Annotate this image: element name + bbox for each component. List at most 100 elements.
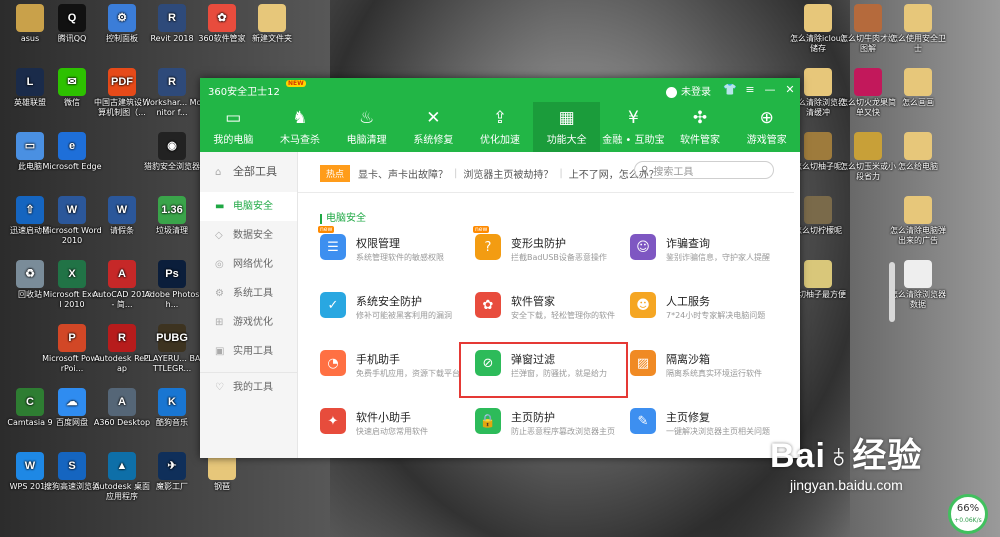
skin-button[interactable]: 👕: [722, 82, 738, 98]
folder-icon: [904, 68, 932, 96]
desktop-icon[interactable]: K 酷狗音乐: [142, 388, 202, 428]
hot-separator: |: [454, 167, 458, 179]
document-icon: W: [108, 196, 136, 224]
desktop-icon-label: Workshar... Monitor f...: [142, 98, 202, 117]
security-guard-window: 360安全卫士12 NEW 未登录 👕 ≡ — ✕ ▭ 我的电脑 ♞ 木马查杀 ♨ 电脑清…: [200, 78, 895, 458]
sidebar-item[interactable]: ⚙ 系统工具: [200, 279, 297, 308]
cheetah-browser-icon: ◉: [158, 132, 186, 160]
desktop-icon[interactable]: 新建文件夹: [242, 4, 302, 44]
sidebar-my-tools[interactable]: ♡ 我的工具: [200, 372, 297, 402]
tool-item[interactable]: ☰ 权限管理 系统管理软件的敏感权限 new: [318, 226, 470, 272]
sidebar: ⌂ 全部工具 ▬ 电脑安全 ◇ 数据安全 ◎ 网络优化 ⚙ 系统工具 ⊞ 游戏优化 ▣ 实用工具 ♡ 我的…: [200, 152, 298, 458]
data-shield-icon: ◇: [215, 230, 223, 241]
monitor-icon: ▭: [225, 108, 242, 128]
desktop-icon[interactable]: Ps Adobe Photosh...: [142, 260, 202, 310]
desktop-icon-label: Adobe Photosh...: [144, 290, 200, 309]
network-speed-ball[interactable]: 66% +0.06K/s: [948, 494, 988, 534]
nav-item[interactable]: ⇪ 优化加速: [467, 102, 534, 152]
lol-icon: L: [16, 68, 44, 96]
menu-icon: ≡: [745, 83, 755, 96]
close-button[interactable]: ✕: [782, 82, 798, 98]
desktop-icon[interactable]: 怎么清除电脑弹出来的广告: [888, 196, 948, 246]
tool-item[interactable]: ▨ 隔离沙箱 隔离系统真实环境运行软件: [630, 348, 780, 388]
nav-item[interactable]: ✣ 软件管家: [667, 102, 734, 152]
scrollbar[interactable]: [889, 262, 895, 322]
tool-name: 手机助手: [356, 353, 400, 366]
desktop-icon-label: 钢琶: [214, 482, 230, 491]
desktop-icon[interactable]: 钢琶: [192, 452, 252, 492]
tool-item[interactable]: ✓ 系统安全防护 修补可能被黑客利用的漏洞: [320, 290, 470, 330]
menu-button[interactable]: ≡: [742, 82, 758, 98]
desktop-icon[interactable]: e Microsoft Edge: [42, 132, 102, 172]
sidebar-header-label: 全部工具: [233, 165, 277, 178]
desktop-icon-label: 新建文件夹: [252, 34, 292, 43]
minimize-icon: —: [764, 83, 776, 96]
nav-item[interactable]: ¥ 金融 • 互助宝: [600, 102, 667, 152]
search-icon: ⚲: [641, 164, 649, 176]
tool-item[interactable]: ⊘ 弹窗过滤 拦弹窗，防骚扰，就是给力: [475, 348, 625, 388]
desktop-icon-label: 怎么清除电脑弹出来的广告: [890, 226, 946, 245]
gear-icon: ⚙: [215, 288, 224, 299]
hot-link[interactable]: 显卡、声卡出故障？: [358, 166, 448, 181]
nav-item-label: 木马查杀: [280, 135, 320, 146]
nav-item-label: 功能大全: [546, 135, 587, 146]
desktop-icon[interactable]: 怎么给电脑: [888, 132, 948, 172]
revit-icon: R: [158, 4, 186, 32]
title-bar[interactable]: 360安全卫士12 NEW 未登录 👕 ≡ — ✕: [200, 78, 800, 102]
tool-item[interactable]: ? 变形虫防护 拦截BadUSB设备恶意操作 new: [473, 226, 625, 272]
sidebar-item[interactable]: ◇ 数据安全: [200, 221, 297, 250]
desktop-icon[interactable]: 怎么画画: [888, 68, 948, 108]
sidebar-item-label: 数据安全: [233, 230, 273, 241]
format-factory-icon: ✈: [158, 452, 186, 480]
popup-filter-icon: ⊘: [475, 350, 501, 376]
nav-item[interactable]: ✕ 系统修复: [400, 102, 467, 152]
nav-item-label: 软件管家: [680, 135, 721, 146]
pdf-icon: PDF: [108, 68, 136, 96]
sidebar-item[interactable]: ◎ 网络优化: [200, 250, 297, 279]
folder-icon: [258, 4, 286, 32]
repair-icon: ✎: [630, 408, 656, 434]
tool-name: 主页防护: [511, 411, 555, 424]
nav-item[interactable]: ♞ 木马查杀: [267, 102, 334, 152]
tool-name: 软件管家: [511, 295, 555, 308]
sidebar-item[interactable]: ▬ 电脑安全: [200, 192, 297, 221]
sidebar-item[interactable]: ⊞ 游戏优化: [200, 308, 297, 337]
nav-item[interactable]: ▭ 我的电脑: [200, 102, 267, 152]
sidebar-item-label: 电脑安全: [233, 201, 273, 212]
tool-item[interactable]: ✦ 软件小助手 快速启动您常用软件: [320, 406, 470, 446]
login-button[interactable]: 未登录: [666, 83, 711, 98]
desktop-icon[interactable]: 怎么使用安全卫士: [888, 4, 948, 54]
phone-assistant-icon: ◔: [320, 350, 346, 376]
desktop-icon[interactable]: R Workshar... Monitor f...: [142, 68, 202, 118]
sidebar-all-tools[interactable]: ⌂ 全部工具: [200, 152, 297, 192]
tool-item[interactable]: ◔ 手机助手 免费手机应用，资源下载平台: [320, 348, 470, 388]
desktop-icon[interactable]: 怎么清除浏览器数据: [888, 260, 948, 310]
minimize-button[interactable]: —: [762, 82, 778, 98]
nav-item[interactable]: ♨ 电脑清理: [333, 102, 400, 152]
tool-item[interactable]: ✎ 主页修复 一键解决浏览器主页相关问题: [630, 406, 780, 446]
sidebar-item[interactable]: ▣ 实用工具: [200, 337, 297, 366]
tool-item[interactable]: ✿ 软件管家 安全下载，轻松管理你的软件: [475, 290, 625, 330]
desktop-icon[interactable]: 1.36 垃圾清理: [142, 196, 202, 236]
tool-item[interactable]: ☻ 人工服务 7*24小时专家解决电脑问题: [630, 290, 780, 330]
main-panel: 热点 显卡、声卡出故障？ | 浏览器主页被劫持？ | 上不了网，怎么办？ ⚲ 搜索…: [298, 152, 895, 458]
homepage-lock-icon: 🔒: [475, 408, 501, 434]
revit-worksharing-icon: R: [158, 68, 186, 96]
user-icon: [666, 86, 677, 98]
autodesk-app-icon: ▲: [108, 452, 136, 480]
nav-item-label: 金融 • 互助宝: [602, 135, 665, 146]
new-badge: new: [318, 226, 335, 233]
game-icon: ⊞: [215, 317, 224, 328]
desktop-icon-label: 怎么给电脑: [898, 162, 938, 171]
desktop-icon[interactable]: PUBG PLAYERU... BATTLEGR...: [142, 324, 202, 374]
nav-item[interactable]: ⊕ 游戏管家: [733, 102, 800, 152]
sidebar-my-tools-label: 我的工具: [233, 382, 273, 393]
desktop-icon-label: 怎么清除浏览器数据: [890, 290, 946, 309]
hot-link[interactable]: 浏览器主页被劫持？: [463, 166, 553, 181]
tool-item[interactable]: 🔒 主页防护 防止恶意程序篡改浏览器主页: [475, 406, 625, 446]
tool-item[interactable]: ☺ 诈骗查询 鉴别诈骗信息，守护家人提醒: [630, 232, 780, 272]
kugou-icon: K: [158, 388, 186, 416]
desktop-icon[interactable]: ◉ 猎豹安全浏览器: [142, 132, 202, 172]
search-input[interactable]: ⚲ 搜索工具: [634, 161, 774, 179]
nav-item[interactable]: ▦ 功能大全: [533, 102, 601, 152]
